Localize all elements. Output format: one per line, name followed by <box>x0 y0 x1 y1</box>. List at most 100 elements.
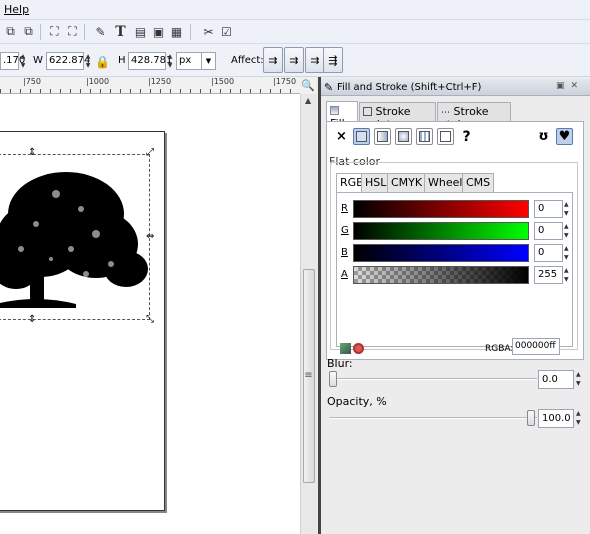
tab-cmyk[interactable]: CMYK <box>387 173 427 192</box>
x-field[interactable]: .170 <box>0 52 25 70</box>
green-label: G <box>341 225 349 236</box>
alpha-slider[interactable] <box>353 266 529 284</box>
blur-label: Blur: <box>327 357 353 370</box>
green-spinner[interactable]: ▲ ▼ <box>564 222 571 240</box>
red-spinner[interactable]: ▲ ▼ <box>564 200 571 218</box>
affect-label: Affect: <box>231 55 264 66</box>
flat-color-button[interactable] <box>353 128 370 145</box>
preferences-icon[interactable]: ✂ <box>200 23 217 40</box>
width-spinner[interactable]: ▲ ▼ <box>84 52 92 70</box>
blur-spinner[interactable]: ▲ ▼ <box>576 370 584 388</box>
opacity-value-field[interactable]: 100.0 <box>538 409 574 428</box>
selection-bounding-box <box>0 154 150 320</box>
w-label: W <box>33 55 43 66</box>
height-field[interactable]: 428.781 <box>128 52 172 70</box>
opacity-spinner[interactable]: ▲ ▼ <box>576 409 584 427</box>
opacity-slider-thumb[interactable] <box>527 410 535 426</box>
fill-tab-pane: × ? ʊ ♥ Flat color RGB HSL CMYK Wheel CM… <box>326 121 584 360</box>
pattern-button[interactable] <box>416 128 433 145</box>
scale-handle-right[interactable]: ⇔ <box>146 232 154 242</box>
height-spinner[interactable]: ▲ ▼ <box>166 52 174 70</box>
menu-help[interactable]: Help <box>4 3 29 16</box>
fill-stroke-icon: ✎ <box>324 81 334 94</box>
radial-gradient-button[interactable] <box>395 128 412 145</box>
scale-handle-bottom[interactable]: ⇕ <box>28 315 36 325</box>
blur-slider-thumb[interactable] <box>329 371 337 387</box>
green-slider[interactable] <box>353 222 529 240</box>
blur-value-field[interactable]: 0.0 <box>538 370 574 389</box>
scroll-up-icon[interactable]: ▲ <box>305 96 311 105</box>
duplicate-icon[interactable]: ⧉ <box>2 23 19 40</box>
opacity-slider-track[interactable] <box>329 417 537 419</box>
tab-fill[interactable]: Fill <box>326 101 358 130</box>
scale-handle-top[interactable]: ⇕ <box>28 148 36 158</box>
no-paint-button[interactable]: × <box>333 128 350 145</box>
lock-icon[interactable]: 🔒 <box>94 53 111 70</box>
tab-wheel[interactable]: Wheel <box>424 173 467 192</box>
align-icon[interactable]: ▣ <box>150 23 167 40</box>
affect-gradients-button[interactable]: ⇉ <box>305 47 325 73</box>
tool-controls-bar: .170 ▲ ▼ W 622.874 ▲ ▼ 🔒 H 428.781 ▲ ▼ px ▼… <box>0 44 590 77</box>
rgb-color-pane: R 0 ▲ ▼ G 0 ▲ ▼ B 0 ▲ ▼ A 255 ▲ ▼ RGBA: 00 <box>336 192 573 355</box>
chevron-down-icon: ▼ <box>201 53 215 69</box>
vertical-scrollbar[interactable]: ▲ <box>300 94 317 534</box>
zoom-icon[interactable]: 🔍 <box>300 77 316 94</box>
linear-gradient-button[interactable] <box>374 128 391 145</box>
tab-stroke-style[interactable]: ⋯ Stroke style <box>437 102 511 131</box>
toolbar-separator <box>190 24 191 40</box>
blue-value-field[interactable]: 0 <box>534 244 563 262</box>
toolbar-separator <box>40 24 41 40</box>
alpha-value-field[interactable]: 255 <box>534 266 563 284</box>
out-of-gamut-icon[interactable] <box>353 343 364 354</box>
scale-handle-bottom-right[interactable]: ⤡ <box>146 315 154 325</box>
blur-slider-track[interactable] <box>329 378 537 380</box>
fill-and-stroke-dock: ✎ Fill and Stroke (Shift+Ctrl+F) ▣✕ Fill… <box>321 77 590 534</box>
tab-hsl[interactable]: HSL <box>361 173 391 192</box>
ruler-label: |750 <box>23 77 41 86</box>
tab-stroke-paint[interactable]: Stroke paint <box>359 102 436 131</box>
blue-spinner[interactable]: ▲ ▼ <box>564 244 571 262</box>
text-font-icon[interactable]: T <box>112 23 129 40</box>
stroke-style-icon: ⋯ <box>441 108 450 118</box>
menubar: Help <box>0 0 590 20</box>
rgba-field[interactable]: 000000ff <box>512 338 560 355</box>
alpha-spinner[interactable]: ▲ ▼ <box>564 266 571 284</box>
fill-tab-icon <box>330 106 339 115</box>
affect-patterns-button[interactable]: ⇶ <box>323 47 343 73</box>
width-field[interactable]: 622.874 <box>46 52 90 70</box>
panel-grip-icon[interactable]: ≡ <box>300 370 317 381</box>
document-properties-icon[interactable]: ▦ <box>168 23 185 40</box>
affect-rounded-corners-button[interactable]: ⇉ <box>284 47 304 73</box>
group-icon[interactable]: ⛶ <box>46 23 63 40</box>
stroke-paint-icon <box>363 107 372 116</box>
fill-stroke-icon[interactable]: ✎ <box>92 23 109 40</box>
unset-paint-button[interactable]: ? <box>458 128 475 145</box>
blue-label: B <box>341 247 348 258</box>
clone-icon[interactable]: ⧉ <box>20 23 37 40</box>
iconify-icon[interactable]: ▣ <box>556 81 571 91</box>
ruler-label: |1500 <box>211 77 235 86</box>
h-label: H <box>118 55 126 66</box>
flat-color-group: RGB HSL CMYK Wheel CMS R 0 ▲ ▼ G 0 ▲ ▼ B 0… <box>330 162 578 355</box>
canvas[interactable]: ⇕ ⤢ ⇔ ⇕ ⤡ <box>0 94 300 534</box>
unit-select[interactable]: px ▼ <box>176 52 216 70</box>
color-managed-icon[interactable] <box>340 343 351 354</box>
affect-stroke-width-button[interactable]: ⇉ <box>263 47 283 73</box>
fill-rule-nonzero-icon[interactable]: ♥ <box>556 128 573 145</box>
tab-cms[interactable]: CMS <box>462 173 495 192</box>
red-slider[interactable] <box>353 200 529 218</box>
ungroup-icon[interactable]: ⛶ <box>64 23 81 40</box>
xml-editor-icon[interactable]: ▤ <box>132 23 149 40</box>
ruler-ticks <box>0 89 300 93</box>
fill-rule-evenodd-icon[interactable]: ʊ <box>535 128 552 145</box>
red-value-field[interactable]: 0 <box>534 200 563 218</box>
x-spinner[interactable]: ▲ ▼ <box>19 52 27 70</box>
blue-slider[interactable] <box>353 244 529 262</box>
document-settings-icon[interactable]: ☑ <box>218 23 235 40</box>
green-value-field[interactable]: 0 <box>534 222 563 240</box>
swatch-button[interactable] <box>437 128 454 145</box>
scale-handle-top-right[interactable]: ⤢ <box>146 148 154 158</box>
ruler-label: |1250 <box>148 77 172 86</box>
unit-value: px <box>179 55 192 66</box>
close-icon[interactable]: ✕ <box>570 81 584 91</box>
